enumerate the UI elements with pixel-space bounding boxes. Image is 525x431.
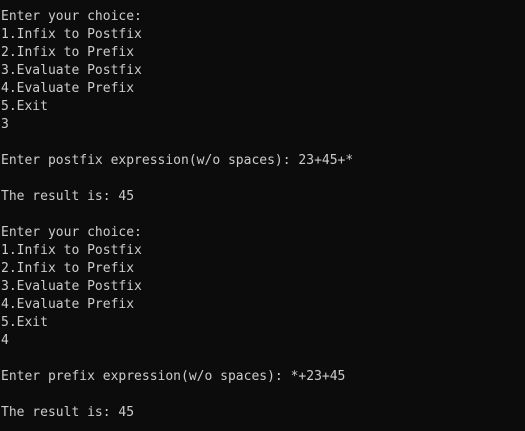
console-line: 3.Evaluate Postfix (1, 279, 142, 294)
console-line: 5.Exit (1, 315, 48, 330)
console-line: The result is: 45 (1, 405, 135, 420)
console-line: Enter your choice: (1, 9, 142, 24)
console-line: 4.Evaluate Prefix (1, 81, 135, 96)
console-line: The result is: 45 (1, 189, 135, 204)
console-line: 4.Evaluate Prefix (1, 297, 135, 312)
console-line: 2.Infix to Prefix (1, 261, 135, 276)
console-line: 2.Infix to Prefix (1, 45, 135, 60)
console-line: Enter postfix expression(w/o spaces): 23… (1, 153, 354, 168)
console-line: 3 (1, 117, 9, 132)
console-line: 1.Infix to Postfix (1, 27, 142, 42)
console-line: 1.Infix to Postfix (1, 243, 142, 258)
console-line: 4 (1, 333, 9, 348)
console-line: 3.Evaluate Postfix (1, 63, 142, 78)
console-line: 5.Exit (1, 99, 48, 114)
console-output[interactable]: Enter your choice: 1.Infix to Postfix 2.… (0, 0, 525, 431)
console-line: Enter prefix expression(w/o spaces): *+2… (1, 369, 346, 384)
console-line: Enter your choice: (1, 225, 142, 240)
